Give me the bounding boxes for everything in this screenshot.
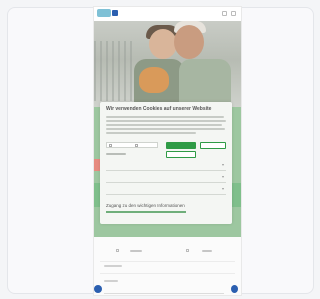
accordion-row[interactable]: ▾ bbox=[106, 174, 226, 183]
accordion-row[interactable]: ▾ bbox=[106, 186, 226, 195]
privacy-link[interactable] bbox=[106, 211, 186, 213]
top-bar bbox=[94, 7, 241, 22]
checkbox-necessary[interactable] bbox=[109, 144, 112, 147]
chat-icon[interactable] bbox=[231, 285, 238, 293]
accordion-row[interactable]: ▾ bbox=[106, 162, 226, 171]
chevron-down-icon: ▾ bbox=[221, 162, 224, 167]
cookie-dialog-text-line bbox=[106, 124, 222, 126]
reject-button[interactable] bbox=[166, 151, 196, 158]
cookie-dialog-text-line bbox=[106, 120, 226, 122]
mobile-viewport: Wir verwenden Cookies auf unserer Websit… bbox=[93, 6, 242, 296]
hero-person-right-body bbox=[179, 59, 231, 107]
divider bbox=[100, 261, 235, 262]
site-logo[interactable] bbox=[97, 9, 111, 17]
help-icon[interactable] bbox=[94, 285, 102, 293]
hero-person-right-face bbox=[174, 25, 204, 59]
cookie-category-toggles bbox=[106, 142, 158, 148]
bottom-divider bbox=[104, 293, 224, 294]
hero-person-left-face bbox=[149, 29, 177, 59]
cookie-dialog-title: Wir verwenden Cookies auf unserer Websit… bbox=[106, 106, 212, 112]
cookie-dialog-text-line bbox=[106, 132, 196, 134]
tab-one[interactable] bbox=[130, 250, 142, 252]
chevron-down-icon: ▾ bbox=[221, 186, 224, 191]
tab-bar bbox=[94, 246, 241, 260]
checkbox-statistics[interactable] bbox=[135, 144, 138, 147]
menu-icon[interactable] bbox=[231, 11, 236, 16]
hero-image bbox=[94, 21, 241, 107]
hero-background bbox=[94, 41, 134, 101]
chevron-down-icon: ▾ bbox=[221, 174, 224, 179]
details-link[interactable] bbox=[106, 153, 126, 155]
tab-icon bbox=[186, 249, 189, 252]
hero-cat bbox=[139, 67, 169, 93]
search-icon[interactable] bbox=[222, 11, 227, 16]
cookie-dialog-text-line bbox=[106, 116, 224, 118]
form-field-line[interactable] bbox=[100, 273, 235, 274]
form-field-label bbox=[104, 280, 118, 282]
cookie-consent-dialog: Wir verwenden Cookies auf unserer Websit… bbox=[100, 102, 232, 224]
form-field-label bbox=[104, 265, 122, 267]
tab-two[interactable] bbox=[202, 250, 212, 252]
accept-selection-button[interactable] bbox=[200, 142, 226, 149]
cookie-dialog-text-line bbox=[106, 128, 225, 130]
tab-icon bbox=[116, 249, 119, 252]
accept-all-button[interactable] bbox=[166, 142, 196, 149]
logo-mark bbox=[112, 10, 118, 16]
cookie-dialog-subtitle: Zugang zu den wichtigen Informationen bbox=[106, 203, 185, 208]
